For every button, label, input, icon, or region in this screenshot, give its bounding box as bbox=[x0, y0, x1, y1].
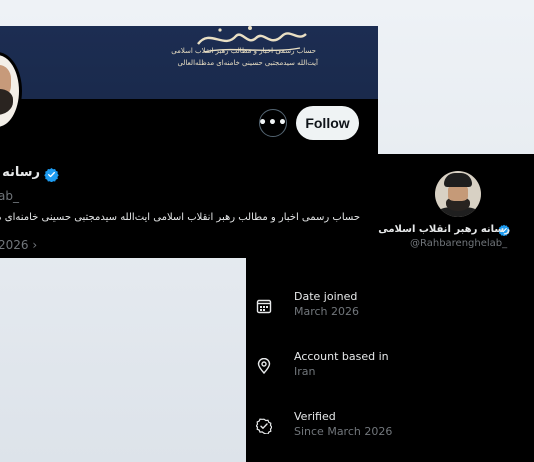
profile-bio: حساب رسمی اخبار و مطالب رهبر انقلاب اسلا… bbox=[0, 212, 360, 223]
profile-joined-link[interactable]: 2026 › bbox=[0, 238, 37, 252]
about-avatar bbox=[435, 171, 481, 217]
about-account-header: رسانه رهبر انقلاب اسلامی @Rahbarenghelab… bbox=[378, 154, 534, 258]
about-account-panel: Date joined March 2026 Account based in … bbox=[246, 258, 534, 462]
about-handle: @Rahbarenghelab_ bbox=[410, 238, 508, 249]
location-pin-icon bbox=[257, 358, 271, 374]
about-value-date-joined: March 2026 bbox=[294, 305, 360, 318]
about-label-verified: Verified bbox=[294, 410, 336, 423]
banner-text-line-2: آیت‌الله سیدمجتبی حسینی خامنه‌ای مدظله‌ا… bbox=[177, 59, 318, 67]
about-row-account-based-in: Account based in Iran bbox=[256, 350, 506, 384]
profile-card: حساب رسمی اخبار و مطالب رهبر انقلاب اسلا… bbox=[0, 26, 378, 258]
about-label-date-joined: Date joined bbox=[294, 290, 358, 303]
calendar-icon bbox=[256, 299, 272, 314]
follow-button[interactable]: Follow bbox=[296, 106, 359, 140]
profile-banner[interactable]: حساب رسمی اخبار و مطالب رهبر انقلاب اسلا… bbox=[0, 26, 378, 99]
verified-outline-icon bbox=[256, 418, 272, 434]
about-row-date-joined: Date joined March 2026 bbox=[256, 290, 506, 324]
banner-text-line-1: حساب رسمی اخبار و مطالب رهبر انقلاب اسلا… bbox=[171, 47, 316, 55]
more-options-button[interactable]: ••• bbox=[258, 109, 287, 137]
profile-handle: ab_ bbox=[0, 189, 19, 203]
about-label-account-based-in: Account based in bbox=[294, 350, 389, 363]
about-row-verified: Verified Since March 2026 bbox=[256, 410, 506, 444]
joined-year: 2026 bbox=[0, 238, 29, 252]
chevron-right-icon: › bbox=[32, 238, 38, 252]
about-value-account-based-in: Iran bbox=[294, 365, 316, 378]
verified-badge-icon[interactable] bbox=[44, 167, 59, 182]
profile-display-name: رسانه رهبر انقلاب اسلامی bbox=[0, 165, 40, 180]
about-display-name: رسانه رهبر انقلاب اسلامی bbox=[378, 224, 510, 235]
about-value-verified: Since March 2026 bbox=[294, 425, 393, 438]
